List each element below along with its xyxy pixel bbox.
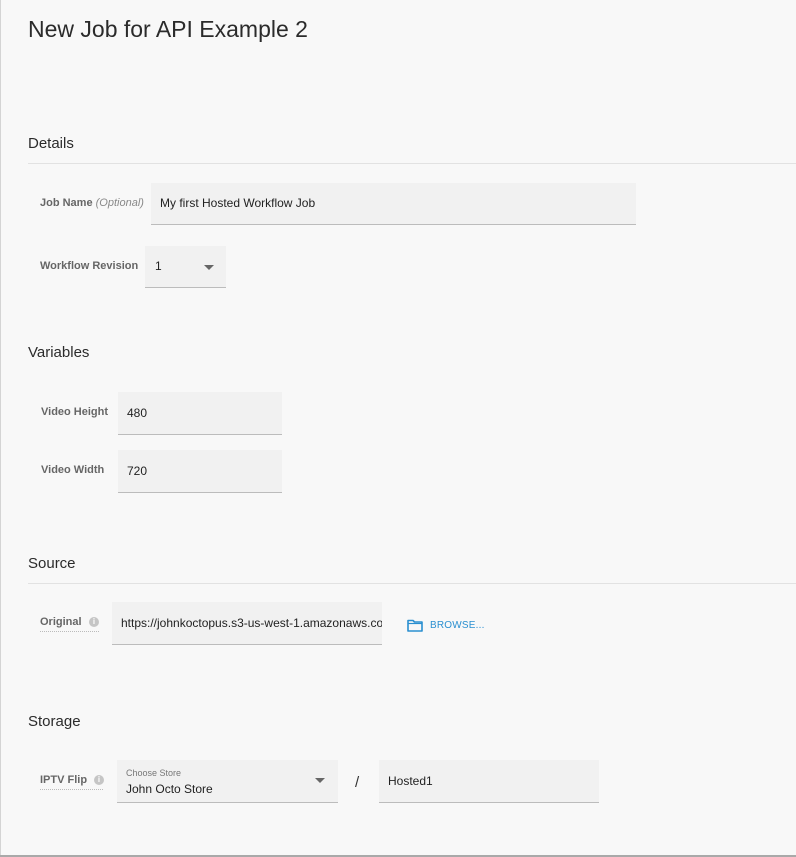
window-left-border [0,0,1,857]
browse-button[interactable]: BROWSE... [407,619,485,632]
video-width-value: 720 [127,464,148,478]
workflow-revision-select[interactable]: 1 [145,246,226,288]
path-separator: / [355,774,360,791]
section-title-source: Source [28,555,76,572]
chevron-down-icon [315,778,325,783]
section-title-details: Details [28,135,74,152]
storage-path-input[interactable]: Hosted1 [379,760,599,803]
choose-store-select[interactable]: Choose Store John Octo Store [117,760,338,803]
storage-path-value: Hosted1 [388,774,433,788]
page-title: New Job for API Example 2 [28,16,308,42]
video-width-input[interactable]: 720 [118,450,282,493]
job-name-label-text: Job Name [40,197,93,209]
video-height-value: 480 [127,406,148,420]
info-icon[interactable]: i [94,775,104,785]
divider-details [28,163,796,164]
video-width-label: Video Width [41,464,105,476]
workflow-revision-label: Workflow Revision [40,260,139,272]
chevron-down-icon [204,265,214,270]
original-url-value: https://johnkoctopus.s3-us-west-1.amazon… [121,616,382,630]
job-name-value: My first Hosted Workflow Job [160,196,316,210]
original-url-input[interactable]: https://johnkoctopus.s3-us-west-1.amazon… [112,602,382,645]
browse-button-label: BROWSE... [430,620,485,631]
info-icon[interactable]: i [89,617,99,627]
job-name-label: Job Name (Optional) [40,197,144,209]
divider-source [28,583,796,584]
choose-store-value: John Octo Store [126,782,213,796]
workflow-revision-value: 1 [155,259,162,273]
job-name-input[interactable]: My first Hosted Workflow Job [151,183,636,225]
folder-icon [407,619,423,632]
video-height-input[interactable]: 480 [118,392,282,435]
choose-store-label: Choose Store [126,768,182,778]
video-height-label: Video Height [41,406,109,418]
section-title-variables: Variables [28,344,90,361]
section-title-storage: Storage [28,713,81,730]
optional-tag: (Optional) [95,197,144,209]
